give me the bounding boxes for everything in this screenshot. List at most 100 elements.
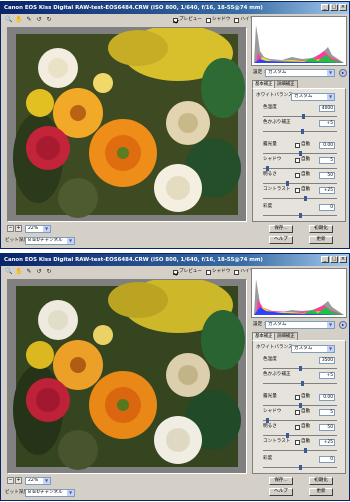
brightness-auto-box[interactable] <box>295 424 300 430</box>
eyedropper-tool-icon[interactable]: ✎ <box>25 16 33 24</box>
highlight-check-box[interactable] <box>234 17 240 23</box>
brightness-auto-checkbox[interactable]: 自動 <box>295 423 310 431</box>
update-button[interactable]: 更新 <box>309 488 333 496</box>
brightness-input[interactable]: 50 <box>319 172 335 179</box>
hand-tool-icon[interactable]: ✋ <box>15 16 23 24</box>
minimize-button[interactable]: _ <box>321 256 329 263</box>
brightness-auto-label: 自動 <box>301 424 311 429</box>
tint-input[interactable]: +5 <box>319 372 335 379</box>
bit-depth-select[interactable]: 8 bit/チャンネル ▼ <box>25 237 75 245</box>
white-balance-select[interactable]: カスタム ▼ <box>291 345 335 353</box>
shadows-input[interactable]: 5 <box>319 409 335 416</box>
exposure-auto-checkbox[interactable]: 自動 <box>295 393 310 401</box>
contrast-slider[interactable] <box>263 196 337 201</box>
shadow-check-box[interactable] <box>205 269 211 275</box>
help-button[interactable]: ヘルプ <box>269 236 293 244</box>
zoom-tool-icon[interactable]: 🔍 <box>5 16 13 24</box>
slider-thumb[interactable] <box>304 196 308 201</box>
help-button[interactable]: ヘルプ <box>269 488 293 496</box>
shadows-auto-checkbox[interactable]: 自動 <box>295 408 310 416</box>
tab-detail[interactable]: 詳細補正 <box>274 80 298 88</box>
shadows-auto-checkbox[interactable]: 自動 <box>295 156 310 164</box>
shadows-row: シャドウ 自動 5 <box>253 156 347 166</box>
update-button[interactable]: 更新 <box>309 236 333 244</box>
chevron-down-icon: ▼ <box>327 322 334 328</box>
color-temperature-input[interactable]: 3500 <box>319 357 335 364</box>
save-button[interactable]: 保存... <box>269 225 293 233</box>
eyedropper-tool-icon[interactable]: ✎ <box>25 268 33 276</box>
rotate-right-icon[interactable]: ↻ <box>45 16 53 24</box>
preview-check-box[interactable] <box>173 269 178 275</box>
color-temperature-input[interactable]: 4000 <box>319 105 335 112</box>
brightness-auto-checkbox[interactable]: 自動 <box>295 171 310 179</box>
saturation-slider[interactable] <box>263 465 337 470</box>
slider-thumb[interactable] <box>301 129 305 134</box>
settings-select[interactable]: カスタム ▼ <box>265 321 335 329</box>
zoom-out-icon[interactable]: − <box>7 477 14 484</box>
saturation-input[interactable]: 0 <box>319 456 335 463</box>
shadows-auto-box[interactable] <box>295 157 300 163</box>
rotate-left-icon[interactable]: ↺ <box>35 268 43 276</box>
contrast-input[interactable]: +25 <box>319 439 335 446</box>
contrast-auto-box[interactable] <box>295 187 300 193</box>
saturation-slider[interactable] <box>263 213 337 218</box>
exposure-auto-box[interactable] <box>295 394 300 400</box>
slider-thumb[interactable] <box>301 381 305 386</box>
tint-slider[interactable] <box>263 129 337 134</box>
settings-menu-icon[interactable]: ▸ <box>339 69 347 77</box>
exposure-auto-checkbox[interactable]: 自動 <box>295 141 310 149</box>
tint-input[interactable]: +5 <box>319 120 335 127</box>
tab-detail[interactable]: 詳細補正 <box>274 332 298 340</box>
contrast-auto-box[interactable] <box>295 439 300 445</box>
preview-checkbox[interactable]: プレビュー <box>173 268 202 276</box>
contrast-auto-checkbox[interactable]: 自動 <box>295 438 310 446</box>
color-temperature-label: 色温度 <box>263 105 277 110</box>
image-preview[interactable] <box>7 279 247 474</box>
preview-check-box[interactable] <box>173 17 178 23</box>
shadow-check-box[interactable] <box>205 17 211 23</box>
exposure-input[interactable]: 0.00 <box>319 142 335 149</box>
preview-checkbox[interactable]: プレビュー <box>173 16 202 24</box>
contrast-slider[interactable] <box>263 448 337 453</box>
exposure-auto-box[interactable] <box>295 142 300 148</box>
settings-select[interactable]: カスタム ▼ <box>265 69 335 77</box>
brightness-row: 明るさ 自動 50 <box>253 423 347 433</box>
maximize-button[interactable]: □ <box>330 256 338 263</box>
shadows-input[interactable]: 5 <box>319 157 335 164</box>
zoom-select[interactable]: 22% ▼ <box>25 225 51 233</box>
rotate-right-icon[interactable]: ↻ <box>45 268 53 276</box>
slider-thumb[interactable] <box>304 448 308 453</box>
slider-thumb[interactable] <box>298 465 302 470</box>
highlight-check-box[interactable] <box>234 269 240 275</box>
white-balance-value: カスタム <box>294 346 313 351</box>
contrast-auto-checkbox[interactable]: 自動 <box>295 186 310 194</box>
shadow-clip-checkbox[interactable]: シャドウ <box>205 268 230 276</box>
slider-thumb[interactable] <box>298 213 302 218</box>
exposure-input[interactable]: 0.00 <box>319 394 335 401</box>
hand-tool-icon[interactable]: ✋ <box>15 268 23 276</box>
brightness-input[interactable]: 50 <box>319 424 335 431</box>
zoom-select[interactable]: 22% ▼ <box>25 477 51 485</box>
minimize-button[interactable]: _ <box>321 4 329 11</box>
zoom-out-icon[interactable]: − <box>7 225 14 232</box>
zoom-in-icon[interactable]: + <box>15 225 22 232</box>
rotate-left-icon[interactable]: ↺ <box>35 16 43 24</box>
shadow-clip-checkbox[interactable]: シャドウ <box>205 16 230 24</box>
image-preview[interactable] <box>7 27 247 222</box>
maximize-button[interactable]: □ <box>330 4 338 11</box>
zoom-tool-icon[interactable]: 🔍 <box>5 268 13 276</box>
contrast-input[interactable]: +25 <box>319 187 335 194</box>
shadows-auto-box[interactable] <box>295 409 300 415</box>
close-button[interactable]: × <box>339 4 347 11</box>
reset-button[interactable]: 初期化 <box>309 477 333 485</box>
settings-menu-icon[interactable]: ▸ <box>339 321 347 329</box>
brightness-auto-box[interactable] <box>295 172 300 178</box>
close-button[interactable]: × <box>339 256 347 263</box>
white-balance-select[interactable]: カスタム ▼ <box>291 93 335 101</box>
saturation-input[interactable]: 0 <box>319 204 335 211</box>
zoom-in-icon[interactable]: + <box>15 477 22 484</box>
tint-slider[interactable] <box>263 381 337 386</box>
bit-depth-select[interactable]: 8 bit/チャンネル ▼ <box>25 489 75 497</box>
save-button[interactable]: 保存... <box>269 477 293 485</box>
reset-button[interactable]: 初期化 <box>309 225 333 233</box>
